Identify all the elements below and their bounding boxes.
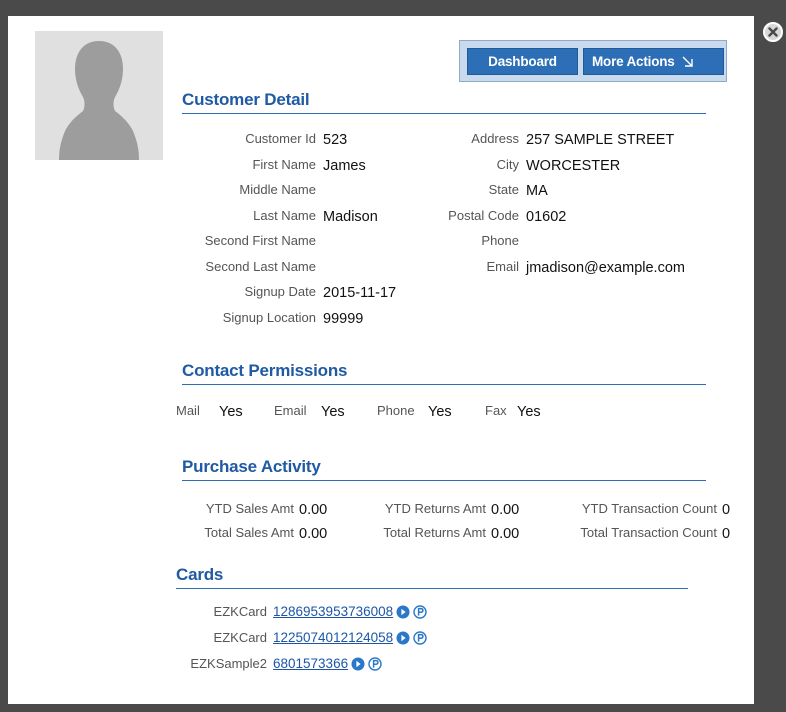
more-actions-button-label: More Actions xyxy=(592,53,675,69)
value-perm-email: Yes xyxy=(321,404,345,420)
value-total-returns: 0.00 xyxy=(491,526,520,542)
card-row: EZKCard 1225074012124058 xyxy=(168,630,427,645)
card-points-button[interactable] xyxy=(368,656,382,671)
label-perm-fax: Fax xyxy=(485,403,507,418)
label-perm-email: Email xyxy=(274,403,307,418)
value-ytd-transaction-count: 0 xyxy=(722,502,731,518)
label-email: Email xyxy=(486,259,519,274)
card-number-link[interactable]: 1225074012124058 xyxy=(273,630,393,645)
value-total-transaction-count: 0 xyxy=(722,526,731,542)
value-signup-location: 99999 xyxy=(323,311,364,327)
label-perm-phone: Phone xyxy=(377,403,415,418)
label-first-name: First Name xyxy=(252,157,316,172)
card-row: EZKSample2 6801573366 xyxy=(168,656,382,671)
label-address: Address xyxy=(471,131,519,146)
label-signup-date: Signup Date xyxy=(244,284,316,299)
value-total-sales: 0.00 xyxy=(299,526,328,542)
label-middle-name: Middle Name xyxy=(239,182,316,197)
label-second-last-name: Second Last Name xyxy=(205,259,316,274)
label-ytd-returns: YTD Returns Amt xyxy=(384,501,486,516)
label-total-transaction-count: Total Transaction Count xyxy=(580,525,717,540)
card-points-button[interactable] xyxy=(413,604,427,619)
label-phone: Phone xyxy=(481,233,519,248)
label-postal-code: Postal Code xyxy=(448,208,519,223)
value-last-name: Madison xyxy=(323,209,378,225)
card-row: EZKCard 1286953953736008 xyxy=(168,604,427,619)
arrow-down-right-icon xyxy=(682,56,693,67)
label-total-returns: Total Returns Amt xyxy=(383,525,486,540)
person-silhouette-icon xyxy=(59,41,139,160)
play-circle-icon xyxy=(396,631,410,644)
p-circle-icon xyxy=(368,656,382,671)
card-go-button[interactable] xyxy=(396,605,410,619)
dashboard-button[interactable]: Dashboard xyxy=(467,47,578,75)
card-go-button[interactable] xyxy=(396,631,410,645)
button-bar: Dashboard More Actions xyxy=(459,40,727,82)
more-actions-button[interactable]: More Actions xyxy=(583,47,724,75)
label-ytd-transaction-count: YTD Transaction Count xyxy=(581,501,717,516)
value-customer-id: 523 xyxy=(323,132,348,148)
dashboard-button-label: Dashboard xyxy=(488,53,557,69)
value-city: WORCESTER xyxy=(526,158,621,174)
avatar xyxy=(35,31,163,160)
label-signup-location: Signup Location xyxy=(222,310,316,325)
card-number-link[interactable]: 6801573366 xyxy=(273,656,348,671)
label-total-sales: Total Sales Amt xyxy=(204,525,294,540)
section-cards: Cards xyxy=(176,565,688,589)
close-button[interactable] xyxy=(763,22,783,42)
card-type: EZKCard xyxy=(213,604,267,619)
value-ytd-sales: 0.00 xyxy=(299,502,328,518)
value-email: jmadison@example.com xyxy=(526,260,685,276)
card-type: EZKCard xyxy=(213,630,267,645)
label-customer-id: Customer Id xyxy=(245,131,316,146)
close-icon xyxy=(768,27,778,37)
p-circle-icon xyxy=(413,604,427,619)
customer-detail-dialog: Dashboard More Actions Customer Detail C… xyxy=(8,16,754,704)
play-circle-icon xyxy=(396,605,410,618)
label-last-name: Last Name xyxy=(253,208,316,223)
p-circle-icon xyxy=(413,630,427,645)
value-perm-mail: Yes xyxy=(219,404,243,420)
label-second-first-name: Second First Name xyxy=(204,233,316,248)
value-ytd-returns: 0.00 xyxy=(491,502,520,518)
value-postal-code: 01602 xyxy=(526,209,567,225)
value-address: 257 SAMPLE STREET xyxy=(526,132,675,148)
section-customer-detail: Customer Detail xyxy=(182,90,706,114)
value-perm-fax: Yes xyxy=(517,404,541,420)
value-perm-phone: Yes xyxy=(428,404,452,420)
section-contact-permissions: Contact Permissions xyxy=(182,361,706,385)
value-first-name: James xyxy=(323,158,366,174)
value-signup-date: 2015-11-17 xyxy=(323,285,397,301)
label-city: City xyxy=(496,157,519,172)
card-number-link[interactable]: 1286953953736008 xyxy=(273,604,393,619)
label-perm-mail: Mail xyxy=(176,403,200,418)
section-purchase-activity: Purchase Activity xyxy=(182,457,706,481)
card-points-button[interactable] xyxy=(413,630,427,645)
play-circle-icon xyxy=(351,657,365,670)
card-go-button[interactable] xyxy=(351,657,365,671)
label-state: State xyxy=(488,182,519,197)
label-ytd-sales: YTD Sales Amt xyxy=(205,501,294,516)
value-state: MA xyxy=(526,183,548,199)
card-type: EZKSample2 xyxy=(190,656,267,671)
